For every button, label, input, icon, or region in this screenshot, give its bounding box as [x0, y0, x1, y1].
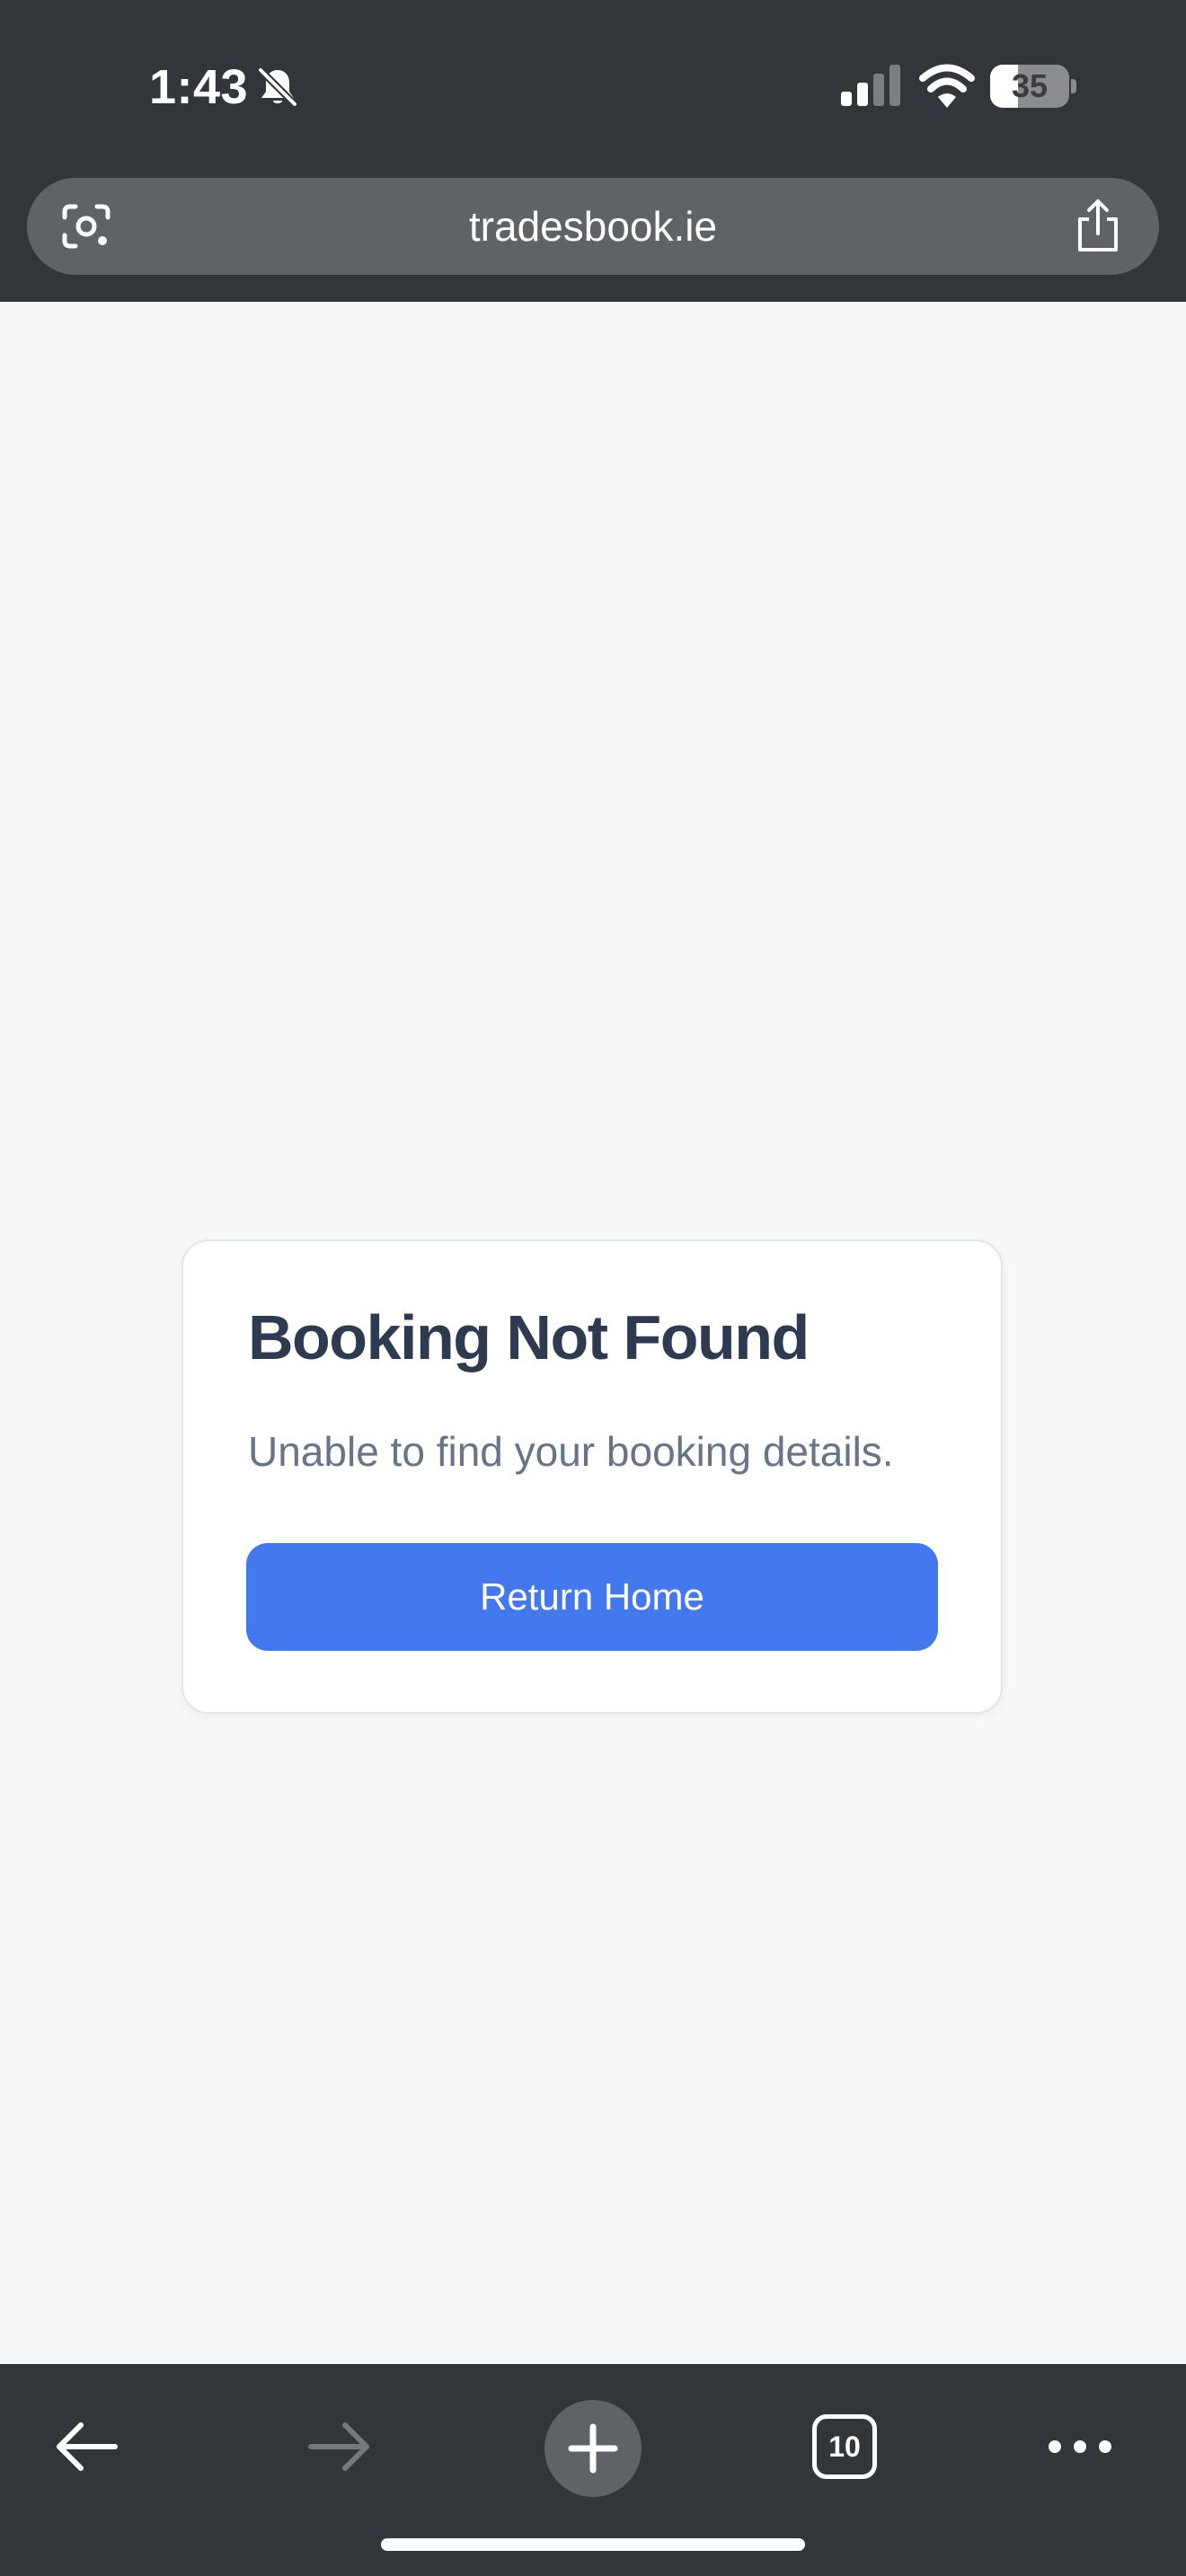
browser-top-chrome: 1:43 35 tradesbook.ie — [0, 0, 1186, 302]
tabs-icon[interactable]: 10 — [812, 2414, 877, 2479]
battery-tip — [1071, 79, 1076, 93]
share-icon[interactable] — [1073, 198, 1123, 253]
status-bar-time: 1:43 — [149, 60, 249, 114]
page-content: Booking Not Found Unable to find your bo… — [0, 302, 1186, 2364]
battery-level: 35 — [1011, 67, 1049, 104]
battery-icon: 35 — [990, 65, 1069, 108]
new-tab-button[interactable] — [544, 2400, 642, 2497]
forward-arrow-icon[interactable] — [305, 2420, 374, 2474]
url-bar[interactable]: tradesbook.ie — [27, 178, 1159, 275]
return-home-button[interactable]: Return Home — [246, 1543, 938, 1651]
more-icon[interactable] — [1046, 2432, 1114, 2461]
home-indicator[interactable] — [381, 2538, 805, 2551]
battery-indicator: 35 — [990, 65, 1076, 108]
url-text[interactable]: tradesbook.ie — [27, 178, 1159, 275]
bell-slash-icon — [257, 66, 298, 108]
cellular-signal-icon — [841, 65, 900, 106]
browser-bottom-toolbar: 10 — [0, 2364, 1186, 2576]
page-title: Booking Not Found — [248, 1302, 810, 1372]
new-tab-plus-icon — [568, 2423, 618, 2474]
error-message: Unable to find your booking details. — [248, 1428, 894, 1475]
back-arrow-icon[interactable] — [52, 2420, 120, 2474]
tab-count: 10 — [828, 2430, 861, 2463]
wifi-icon — [919, 64, 975, 108]
